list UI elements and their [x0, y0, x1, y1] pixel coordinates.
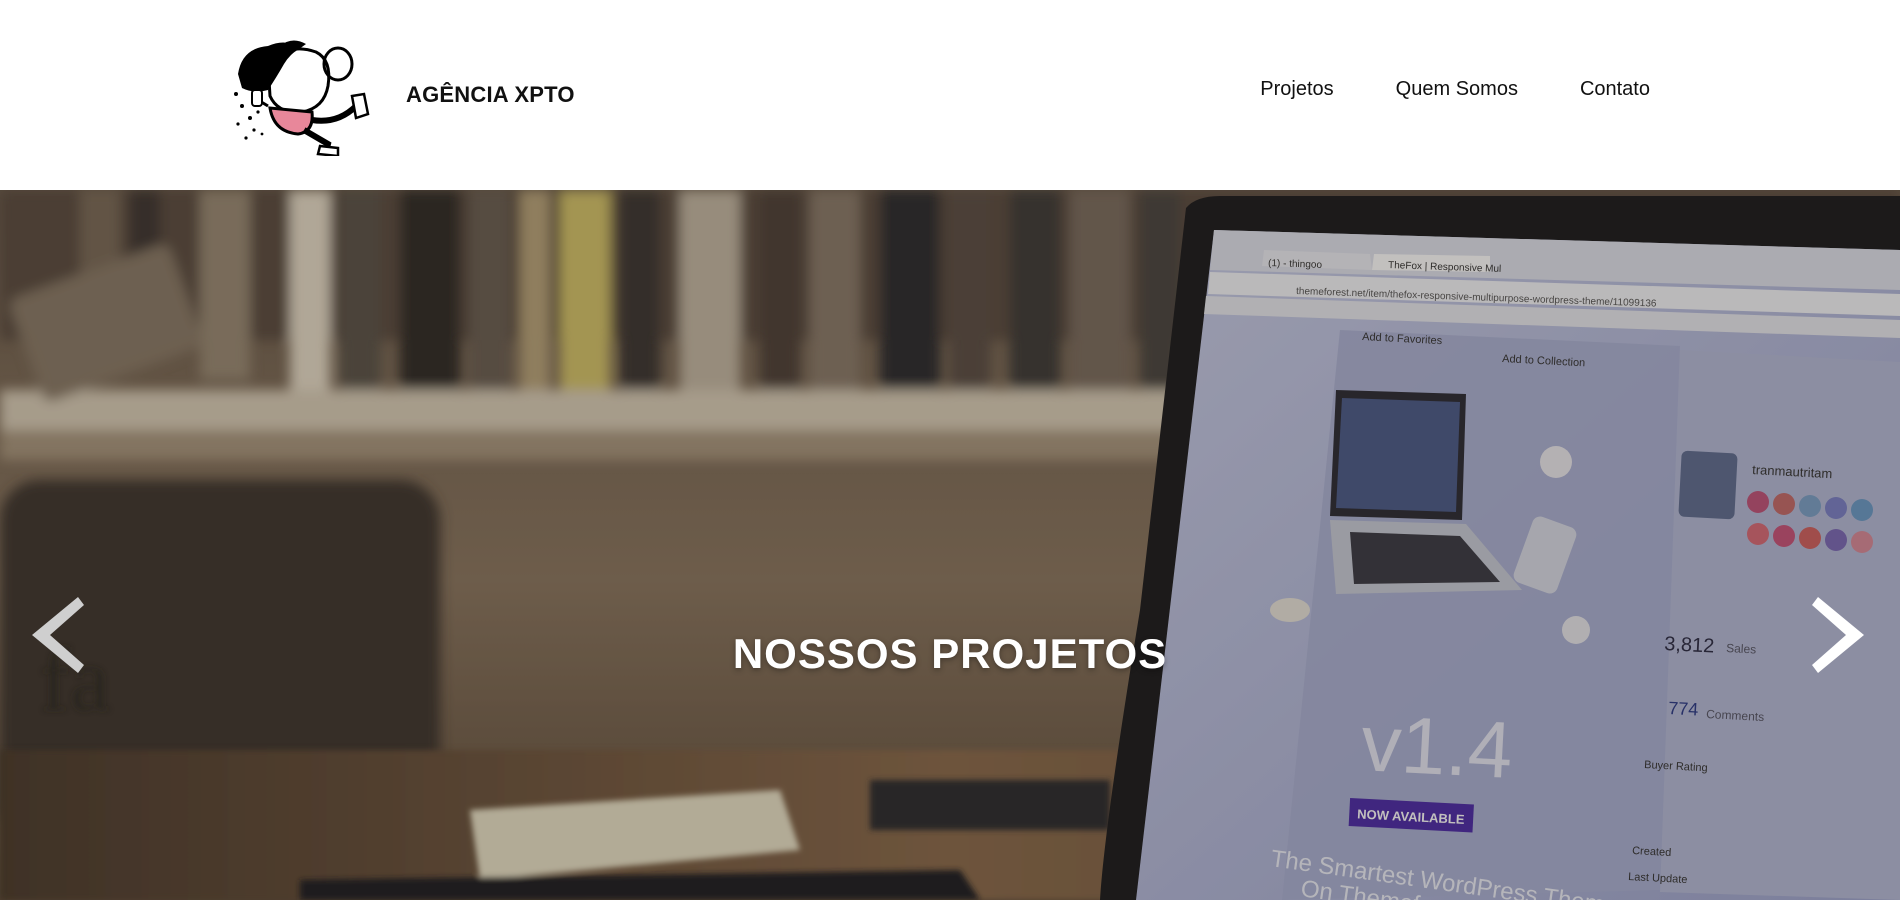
brand[interactable]: AGÊNCIA XPTO [228, 34, 575, 156]
chevron-left-icon [32, 597, 84, 673]
chevron-right-icon [1812, 597, 1864, 673]
carousel-next-button[interactable] [1812, 595, 1866, 675]
main-nav: Projetos Quem Somos Contato [1260, 78, 1650, 101]
site-header: AGÊNCIA XPTO Projetos Quem Somos Contato [0, 0, 1900, 190]
hero-overlay [0, 190, 1900, 900]
page: AGÊNCIA XPTO Projetos Quem Somos Contato [0, 0, 1900, 900]
hero-carousel: fa (1) - thingoo TheFox | Responsive Mul… [0, 190, 1900, 900]
nav-link-projetos[interactable]: Projetos [1260, 78, 1333, 101]
nav-link-quem-somos[interactable]: Quem Somos [1396, 78, 1518, 101]
brand-name[interactable]: AGÊNCIA XPTO [406, 82, 575, 108]
carousel-prev-button[interactable] [30, 595, 84, 675]
mascot-logo-icon[interactable] [228, 34, 378, 156]
hero-title: NOSSOS PROJETOS [732, 630, 1168, 678]
nav-link-contato[interactable]: Contato [1580, 78, 1650, 101]
